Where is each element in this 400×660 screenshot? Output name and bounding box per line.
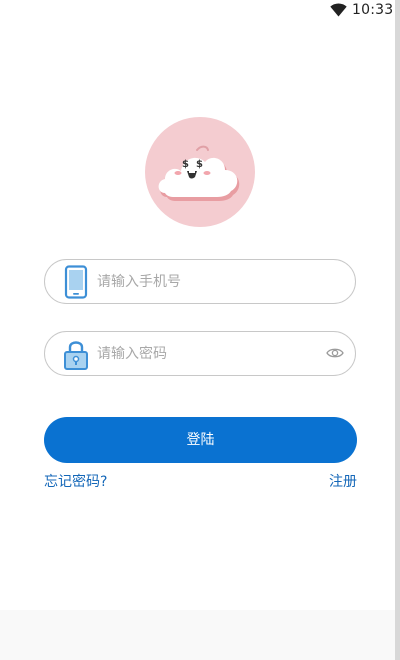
status-time: 10:33	[352, 2, 394, 18]
wifi-icon	[330, 3, 347, 17]
phone-input[interactable]	[97, 260, 317, 303]
cloud-mascot-logo: $ $	[145, 117, 255, 227]
password-field	[44, 331, 356, 376]
status-bar: 10:33	[0, 0, 395, 22]
forgot-password-link[interactable]: 忘记密码?	[44, 471, 107, 491]
phone-field	[44, 259, 356, 304]
login-screen: 10:33 $ $ 请输入手机号 登陆 忘记密码? 注册	[0, 0, 400, 660]
svg-text:$: $	[182, 159, 189, 170]
scrollbar-edge	[395, 0, 400, 660]
bottom-area	[0, 610, 395, 660]
register-link[interactable]: 注册	[329, 471, 357, 491]
lock-icon	[64, 341, 88, 370]
svg-text:$: $	[196, 159, 203, 170]
login-button[interactable]: 登陆	[44, 417, 357, 463]
phone-icon	[64, 265, 88, 299]
password-input[interactable]	[97, 332, 317, 375]
eye-icon[interactable]	[326, 346, 344, 360]
